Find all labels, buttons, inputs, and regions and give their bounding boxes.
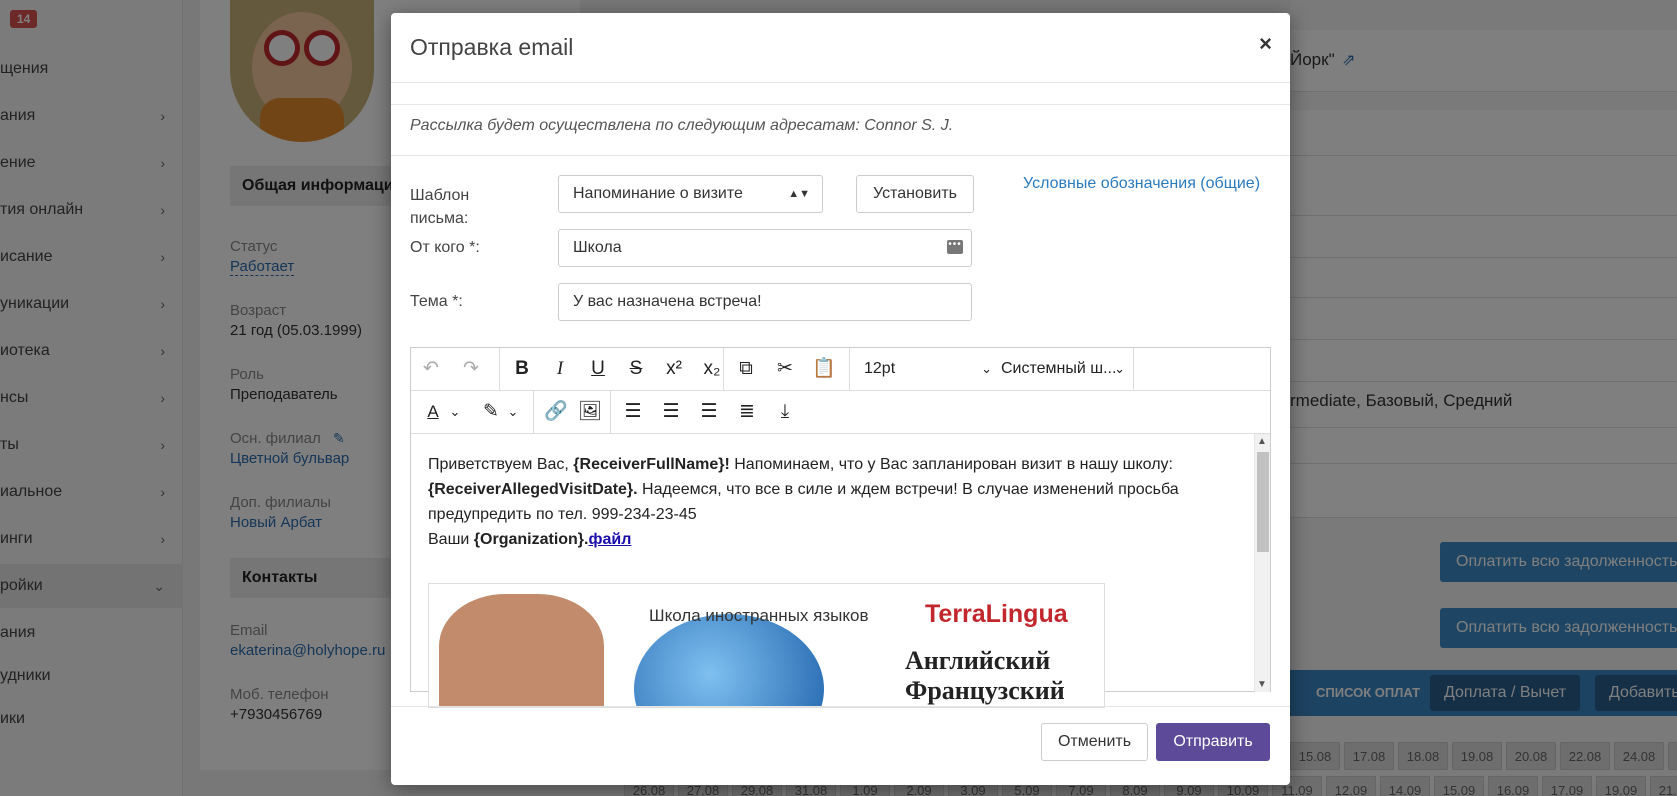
template-label: Шаблон письма: (410, 187, 470, 227)
banner-image: Школа иностранных языков TerraLingua Анг… (428, 583, 1105, 708)
legend-link[interactable]: Условные обозначения (общие) (1023, 175, 1260, 193)
organization-token: {Organization}. (473, 531, 589, 548)
banner-lang-1: Английский (905, 646, 1051, 675)
from-field[interactable]: Школа ••• (558, 229, 972, 267)
italic-icon[interactable]: I (544, 354, 576, 384)
scroll-thumb[interactable] (1257, 452, 1269, 552)
receiver-full-name-token: {ReceiverFullName}! (573, 456, 730, 473)
send-button[interactable]: Отправить (1156, 723, 1270, 761)
editor-toolbar-row-2: A ⌄ ✎ ⌄ 🔗 🖼 ☰ ☰ ☰ ≣ ⤓ (411, 391, 1270, 434)
chevron-down-icon: ⌄ (981, 361, 992, 376)
image-icon[interactable]: 🖼 (574, 397, 606, 427)
template-select[interactable]: Напоминание о визите ▲▼ (558, 175, 823, 213)
align-center-icon[interactable]: ☰ (655, 397, 687, 427)
undo-icon[interactable]: ↶ (415, 354, 447, 384)
align-justify-icon[interactable]: ≣ (731, 397, 763, 427)
from-field-value: Школа (573, 239, 622, 256)
close-icon[interactable]: × (1259, 31, 1272, 57)
banner-brand: TerraLingua (925, 600, 1068, 628)
cut-icon[interactable]: ✂ (769, 354, 801, 384)
more-options-icon[interactable]: ••• (947, 240, 963, 254)
subject-label: Тема *: (410, 293, 463, 310)
redo-icon[interactable]: ↷ (455, 354, 487, 384)
editor-scrollbar[interactable]: ▲ ▼ (1254, 434, 1270, 692)
superscript-icon[interactable]: x² (658, 354, 690, 384)
font-family-select[interactable]: Системный ш... ⌄ (1001, 354, 1125, 384)
insert-download-icon[interactable]: ⤓ (769, 397, 801, 427)
copy-icon[interactable]: ⧉ (730, 354, 762, 384)
banner-school-text: Школа иностранных языков (649, 606, 869, 625)
modal-header: Отправка email × (391, 13, 1290, 83)
font-size-select[interactable]: 12pt ⌄ (864, 354, 992, 384)
bold-icon[interactable]: B (506, 354, 538, 384)
send-email-modal: Отправка email × Рассылка будет осуществ… (391, 13, 1290, 785)
align-right-icon[interactable]: ☰ (693, 397, 725, 427)
visit-date-token: {ReceiverAllegedVisitDate}. (428, 481, 638, 498)
cancel-button[interactable]: Отменить (1041, 723, 1148, 761)
font-size-value: 12pt (864, 360, 896, 377)
from-label: От кого *: (410, 239, 480, 256)
banner-lang-2: Французский (905, 676, 1065, 705)
chevron-down-icon: ⌄ (1114, 361, 1125, 376)
file-link[interactable]: файл (588, 531, 631, 548)
underline-icon[interactable]: U (582, 354, 614, 384)
scroll-up-icon[interactable]: ▲ (1257, 436, 1267, 447)
set-template-button[interactable]: Установить (856, 175, 974, 213)
paste-icon[interactable]: 📋 (808, 354, 840, 384)
subject-field-value: У вас назначена встреча! (573, 293, 762, 310)
body-paragraph-2: Ваши {Organization}.файл (428, 531, 632, 548)
chevron-down-icon[interactable]: ⌄ (445, 397, 465, 427)
sort-arrows-icon: ▲▼ (788, 188, 810, 200)
body-paragraph-1: Приветствуем Вас, {ReceiverFullName}! На… (428, 456, 1179, 523)
chevron-down-icon[interactable]: ⌄ (503, 397, 523, 427)
scroll-down-icon[interactable]: ▼ (1257, 679, 1267, 690)
template-select-value: Напоминание о визите (573, 185, 743, 202)
align-left-icon[interactable]: ☰ (617, 397, 649, 427)
strikethrough-icon[interactable]: S (620, 354, 652, 384)
modal-title: Отправка email (410, 34, 574, 60)
link-icon[interactable]: 🔗 (540, 397, 572, 427)
rich-text-editor: ↶ ↷ B I U S x² x₂ ⧉ ✂ 📋 12pt ⌄ Системный… (410, 347, 1271, 708)
font-family-value: Системный ш... (1001, 360, 1117, 377)
editor-toolbar-row-1: ↶ ↷ B I U S x² x₂ ⧉ ✂ 📋 12pt ⌄ Системный… (411, 348, 1270, 391)
recipients-text: Рассылка будет осуществлена по следующим… (410, 117, 954, 134)
subject-field[interactable]: У вас назначена встреча! (558, 283, 972, 321)
